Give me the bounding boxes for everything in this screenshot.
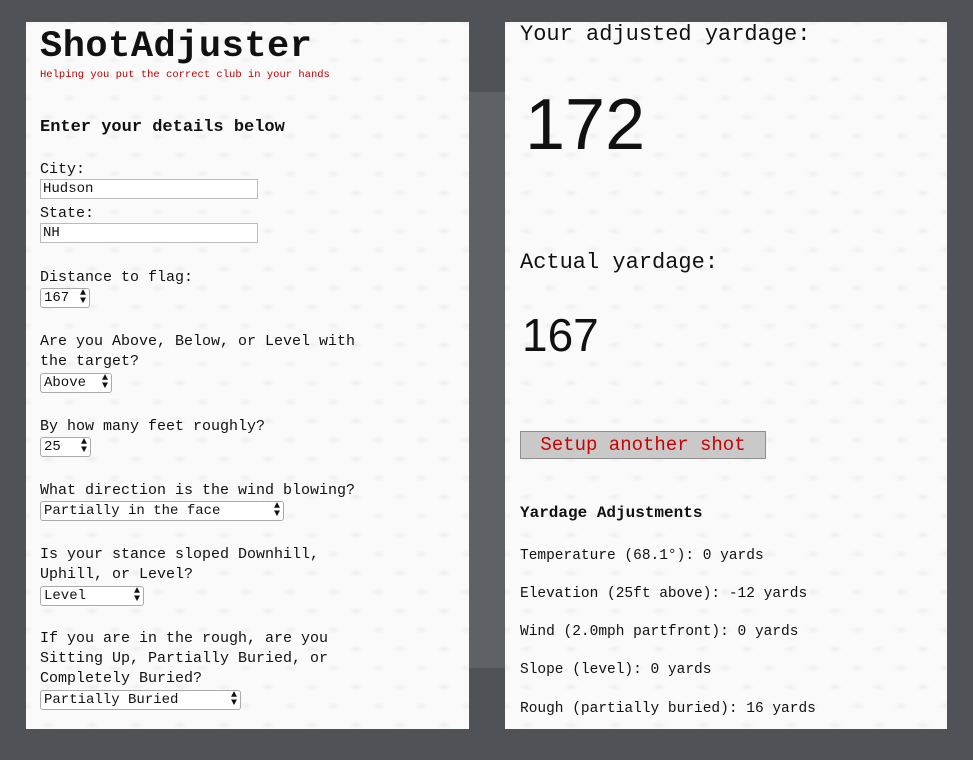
details-form-panel: ShotAdjuster Helping you put the correct…	[26, 22, 469, 729]
up-down-chevron-icon: ▲ ▼	[101, 373, 108, 392]
wind-question: What direction is the wind blowing?	[40, 482, 356, 499]
adjustment-slope: Slope (level): 0 yards	[520, 662, 712, 678]
wind-select[interactable]: Partially in the face ▲ ▼	[40, 501, 284, 521]
app-title: ShotAdjuster	[40, 26, 313, 68]
feet-question: By how many feet roughly?	[40, 418, 266, 435]
distance-select[interactable]: 167 ▲ ▼	[40, 288, 90, 308]
rough-question-line-1: If you are in the rough, are you	[40, 630, 329, 647]
adjustment-wind: Wind (2.0mph partfront): 0 yards	[520, 624, 799, 640]
background-strip	[469, 92, 505, 668]
up-down-chevron-icon: ▲ ▼	[230, 690, 237, 709]
stance-question-line-2: Uphill, or Level?	[40, 566, 194, 583]
elevation-question-line-2: the target?	[40, 353, 140, 370]
up-down-chevron-icon: ▲ ▼	[79, 288, 86, 307]
adjustment-rough: Rough (partially buried): 16 yards	[520, 701, 816, 717]
elevation-select[interactable]: Above ▲ ▼	[40, 373, 112, 393]
city-label: City:	[40, 161, 86, 178]
up-down-chevron-icon: ▲ ▼	[133, 586, 140, 605]
up-down-chevron-icon: ▲ ▼	[80, 437, 87, 456]
results-panel: Your adjusted yardage: 172 Actual yardag…	[505, 22, 947, 729]
rough-question-line-3: Completely Buried?	[40, 670, 203, 687]
adjustment-elevation: Elevation (25ft above): -12 yards	[520, 586, 808, 602]
rough-select[interactable]: Partially Buried ▲ ▼	[40, 690, 241, 710]
feet-select[interactable]: 25 ▲ ▼	[40, 437, 91, 457]
adjusted-yardage-value: 172	[525, 85, 646, 165]
up-down-chevron-icon: ▲ ▼	[273, 501, 280, 520]
stance-select[interactable]: Level ▲ ▼	[40, 586, 144, 606]
form-heading: Enter your details below	[40, 118, 285, 137]
elevation-select-value: Above	[44, 375, 87, 391]
rough-question-line-2: Sitting Up, Partially Buried, or	[40, 650, 329, 667]
adjusted-yardage-label: Your adjusted yardage:	[520, 22, 811, 47]
stance-select-value: Level	[44, 588, 87, 604]
actual-yardage-label: Actual yardage:	[520, 250, 719, 275]
city-input[interactable]: Hudson	[40, 179, 258, 199]
stance-question-line-1: Is your stance sloped Downhill,	[40, 546, 320, 563]
app-tagline: Helping you put the correct club in your…	[40, 69, 330, 81]
actual-yardage-value: 167	[522, 309, 599, 361]
elevation-question-line-1: Are you Above, Below, or Level with	[40, 333, 356, 350]
rough-select-value: Partially Buried	[44, 692, 179, 708]
setup-another-shot-button[interactable]: Setup another shot	[520, 431, 766, 459]
distance-select-value: 167	[44, 290, 70, 306]
wind-select-value: Partially in the face	[44, 503, 221, 519]
state-input[interactable]: NH	[40, 223, 258, 243]
adjustment-temperature: Temperature (68.1°): 0 yards	[520, 548, 764, 564]
adjustments-heading: Yardage Adjustments	[520, 504, 703, 522]
state-label: State:	[40, 205, 95, 222]
distance-label: Distance to flag:	[40, 269, 194, 286]
feet-select-value: 25	[44, 439, 61, 455]
